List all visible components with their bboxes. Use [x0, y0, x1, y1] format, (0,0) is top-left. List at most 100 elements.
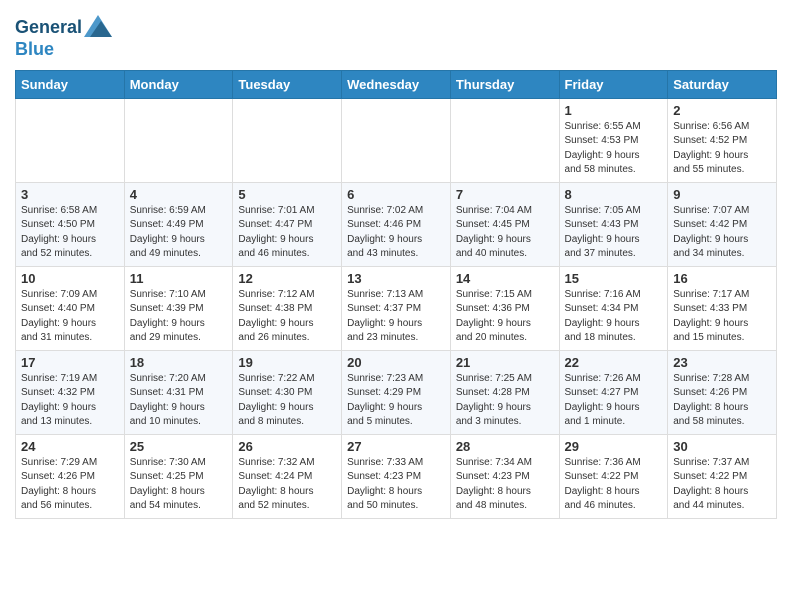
calendar-cell: 12Sunrise: 7:12 AM Sunset: 4:38 PM Dayli…	[233, 266, 342, 350]
day-number: 15	[565, 271, 663, 286]
day-info: Sunrise: 6:58 AM Sunset: 4:50 PM Dayligh…	[21, 204, 119, 262]
calendar-cell: 25 Sunrise: 7:30 AM Sunset: 4:25 PM Dayli…	[124, 434, 233, 518]
calendar-cell: 27 Sunrise: 7:33 AM Sunset: 4:23 PM Dayli…	[342, 434, 451, 518]
day-number: 11	[130, 271, 228, 286]
day-info: Sunrise: 7:34 AM Sunset: 4:23 PM Dayligh…	[456, 456, 554, 514]
day-info: Sunrise: 7:28 AM Sunset: 4:26 PM Dayligh…	[673, 372, 771, 430]
day-number: 30	[673, 439, 771, 454]
day-number: 12	[238, 271, 336, 286]
day-info: Sunrise: 6:59 AM Sunset: 4:49 PM Dayligh…	[130, 204, 228, 262]
calendar-cell: 5 Sunrise: 7:01 AM Sunset: 4:47 PM Daylig…	[233, 182, 342, 266]
weekday-header-friday: Friday	[559, 70, 668, 98]
day-info: Sunrise: 7:10 AM Sunset: 4:39 PM Dayligh…	[130, 288, 228, 346]
day-info: Sunrise: 7:26 AM Sunset: 4:27 PM Dayligh…	[565, 372, 663, 430]
day-number: 9	[673, 187, 771, 202]
day-number: 13	[347, 271, 445, 286]
day-info: Sunrise: 6:56 AM Sunset: 4:52 PM Dayligh…	[673, 120, 771, 178]
day-info: Sunrise: 7:02 AM Sunset: 4:46 PM Dayligh…	[347, 204, 445, 262]
day-number: 7	[456, 187, 554, 202]
calendar-cell: 22 Sunrise: 7:26 AM Sunset: 4:27 PM Dayli…	[559, 350, 668, 434]
day-info: Sunrise: 7:04 AM Sunset: 4:45 PM Dayligh…	[456, 204, 554, 262]
calendar-cell: 16Sunrise: 7:17 AM Sunset: 4:33 PM Dayli…	[668, 266, 777, 350]
calendar-cell	[124, 98, 233, 182]
calendar-cell: 18 Sunrise: 7:20 AM Sunset: 4:31 PM Dayli…	[124, 350, 233, 434]
calendar-cell: 23 Sunrise: 7:28 AM Sunset: 4:26 PM Dayli…	[668, 350, 777, 434]
weekday-header-sunday: Sunday	[16, 70, 125, 98]
calendar-cell: 11 Sunrise: 7:10 AM Sunset: 4:39 PM Dayli…	[124, 266, 233, 350]
calendar-header-row: SundayMondayTuesdayWednesdayThursdayFrid…	[16, 70, 777, 98]
day-number: 3	[21, 187, 119, 202]
calendar-cell: 4 Sunrise: 6:59 AM Sunset: 4:49 PM Daylig…	[124, 182, 233, 266]
day-info: Sunrise: 7:20 AM Sunset: 4:31 PM Dayligh…	[130, 372, 228, 430]
day-info: Sunrise: 7:22 AM Sunset: 4:30 PM Dayligh…	[238, 372, 336, 430]
calendar-cell: 26 Sunrise: 7:32 AM Sunset: 4:24 PM Dayli…	[233, 434, 342, 518]
weekday-header-wednesday: Wednesday	[342, 70, 451, 98]
day-info: Sunrise: 7:30 AM Sunset: 4:25 PM Dayligh…	[130, 456, 228, 514]
day-number: 26	[238, 439, 336, 454]
calendar-cell: 21 Sunrise: 7:25 AM Sunset: 4:28 PM Dayli…	[450, 350, 559, 434]
calendar-cell: 8 Sunrise: 7:05 AM Sunset: 4:43 PM Daylig…	[559, 182, 668, 266]
day-info: Sunrise: 7:23 AM Sunset: 4:29 PM Dayligh…	[347, 372, 445, 430]
calendar-week-row: 10 Sunrise: 7:09 AM Sunset: 4:40 PM Dayli…	[16, 266, 777, 350]
day-info: Sunrise: 7:09 AM Sunset: 4:40 PM Dayligh…	[21, 288, 119, 346]
calendar-cell	[233, 98, 342, 182]
day-info: Sunrise: 7:33 AM Sunset: 4:23 PM Dayligh…	[347, 456, 445, 514]
calendar-table: SundayMondayTuesdayWednesdayThursdayFrid…	[15, 70, 777, 519]
weekday-header-monday: Monday	[124, 70, 233, 98]
day-info: Sunrise: 7:05 AM Sunset: 4:43 PM Dayligh…	[565, 204, 663, 262]
day-number: 24	[21, 439, 119, 454]
weekday-header-tuesday: Tuesday	[233, 70, 342, 98]
day-number: 21	[456, 355, 554, 370]
calendar-cell: 17Sunrise: 7:19 AM Sunset: 4:32 PM Dayli…	[16, 350, 125, 434]
day-info: Sunrise: 7:29 AM Sunset: 4:26 PM Dayligh…	[21, 456, 119, 514]
calendar-week-row: 1 Sunrise: 6:55 AM Sunset: 4:53 PM Daylig…	[16, 98, 777, 182]
calendar-cell	[450, 98, 559, 182]
day-number: 10	[21, 271, 119, 286]
day-number: 28	[456, 439, 554, 454]
day-info: Sunrise: 7:32 AM Sunset: 4:24 PM Dayligh…	[238, 456, 336, 514]
day-info: Sunrise: 7:19 AM Sunset: 4:32 PM Dayligh…	[21, 372, 119, 430]
calendar-week-row: 24 Sunrise: 7:29 AM Sunset: 4:26 PM Dayli…	[16, 434, 777, 518]
logo-icon	[84, 15, 112, 37]
calendar-week-row: 3 Sunrise: 6:58 AM Sunset: 4:50 PM Daylig…	[16, 182, 777, 266]
day-number: 4	[130, 187, 228, 202]
header: General Blue	[15, 10, 777, 60]
calendar-cell: 9 Sunrise: 7:07 AM Sunset: 4:42 PM Daylig…	[668, 182, 777, 266]
day-number: 25	[130, 439, 228, 454]
calendar-week-row: 17Sunrise: 7:19 AM Sunset: 4:32 PM Dayli…	[16, 350, 777, 434]
day-number: 1	[565, 103, 663, 118]
day-info: Sunrise: 7:36 AM Sunset: 4:22 PM Dayligh…	[565, 456, 663, 514]
logo: General Blue	[15, 15, 112, 60]
day-info: Sunrise: 7:25 AM Sunset: 4:28 PM Dayligh…	[456, 372, 554, 430]
calendar-cell: 29 Sunrise: 7:36 AM Sunset: 4:22 PM Dayli…	[559, 434, 668, 518]
day-info: Sunrise: 7:01 AM Sunset: 4:47 PM Dayligh…	[238, 204, 336, 262]
calendar-cell	[342, 98, 451, 182]
calendar-cell: 7 Sunrise: 7:04 AM Sunset: 4:45 PM Daylig…	[450, 182, 559, 266]
day-info: Sunrise: 7:16 AM Sunset: 4:34 PM Dayligh…	[565, 288, 663, 346]
day-info: Sunrise: 7:17 AM Sunset: 4:33 PM Dayligh…	[673, 288, 771, 346]
day-number: 14	[456, 271, 554, 286]
day-number: 18	[130, 355, 228, 370]
calendar-cell: 13 Sunrise: 7:13 AM Sunset: 4:37 PM Dayli…	[342, 266, 451, 350]
day-info: Sunrise: 6:55 AM Sunset: 4:53 PM Dayligh…	[565, 120, 663, 178]
day-info: Sunrise: 7:37 AM Sunset: 4:22 PM Dayligh…	[673, 456, 771, 514]
calendar-cell: 14 Sunrise: 7:15 AM Sunset: 4:36 PM Dayli…	[450, 266, 559, 350]
day-number: 2	[673, 103, 771, 118]
calendar-cell: 6 Sunrise: 7:02 AM Sunset: 4:46 PM Daylig…	[342, 182, 451, 266]
day-number: 6	[347, 187, 445, 202]
day-number: 5	[238, 187, 336, 202]
day-number: 27	[347, 439, 445, 454]
day-number: 29	[565, 439, 663, 454]
day-number: 23	[673, 355, 771, 370]
calendar-cell: 24 Sunrise: 7:29 AM Sunset: 4:26 PM Dayli…	[16, 434, 125, 518]
weekday-header-thursday: Thursday	[450, 70, 559, 98]
calendar-cell: 15 Sunrise: 7:16 AM Sunset: 4:34 PM Dayli…	[559, 266, 668, 350]
day-number: 20	[347, 355, 445, 370]
day-info: Sunrise: 7:07 AM Sunset: 4:42 PM Dayligh…	[673, 204, 771, 262]
day-number: 8	[565, 187, 663, 202]
day-number: 19	[238, 355, 336, 370]
day-info: Sunrise: 7:13 AM Sunset: 4:37 PM Dayligh…	[347, 288, 445, 346]
day-number: 22	[565, 355, 663, 370]
day-info: Sunrise: 7:15 AM Sunset: 4:36 PM Dayligh…	[456, 288, 554, 346]
calendar-cell: 10 Sunrise: 7:09 AM Sunset: 4:40 PM Dayli…	[16, 266, 125, 350]
